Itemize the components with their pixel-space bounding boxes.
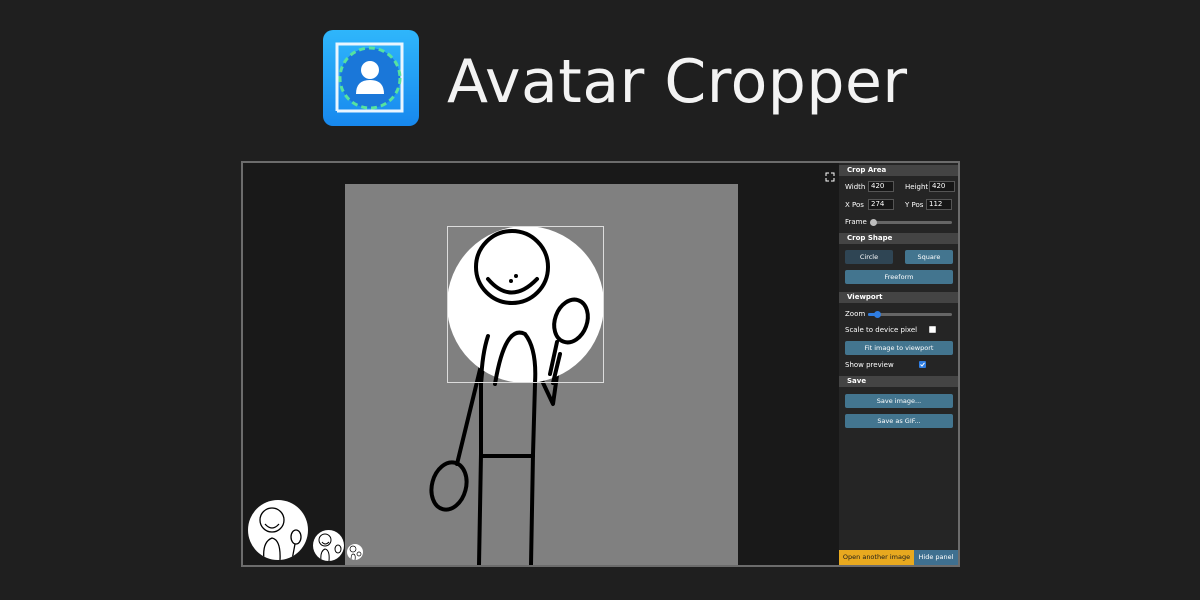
zoom-label: Zoom <box>845 310 866 318</box>
save-heading: Save <box>839 376 958 387</box>
crop-selection-frame[interactable] <box>447 226 604 383</box>
width-label: Width <box>845 183 866 191</box>
save-image-button[interactable]: Save image... <box>845 394 953 408</box>
scale-device-checkbox[interactable] <box>929 326 936 333</box>
frame-label: Frame <box>845 218 867 226</box>
settings-panel: Crop Area Width 420 Height 420 X Pos 274… <box>839 163 958 565</box>
ypos-label: Y Pos <box>905 201 924 209</box>
frame-slider[interactable] <box>870 219 952 226</box>
square-shape-button[interactable]: Square <box>905 250 953 264</box>
app-header: Avatar Cropper <box>0 0 1200 150</box>
crop-avatar-logo-icon <box>323 30 419 126</box>
viewport-heading: Viewport <box>839 292 958 303</box>
ypos-input[interactable]: 112 <box>926 199 952 210</box>
hide-panel-button[interactable]: Hide panel <box>914 550 958 565</box>
height-label: Height <box>905 183 929 191</box>
fit-viewport-button[interactable]: Fit image to viewport <box>845 341 953 355</box>
cropper-window: Crop Area Width 420 Height 420 X Pos 274… <box>241 161 960 567</box>
app-title: Avatar Cropper <box>447 47 908 117</box>
width-input[interactable]: 420 <box>868 181 894 192</box>
preview-large <box>248 500 308 560</box>
zoom-slider[interactable] <box>868 311 952 318</box>
preview-small <box>347 544 363 560</box>
xpos-input[interactable]: 274 <box>868 199 894 210</box>
height-input[interactable]: 420 <box>929 181 955 192</box>
open-another-image-button[interactable]: Open another image <box>839 550 914 565</box>
zoom-slider-thumb[interactable] <box>874 311 882 318</box>
xpos-label: X Pos <box>845 201 864 209</box>
fullscreen-icon[interactable] <box>824 168 836 182</box>
avatar-previews <box>248 500 368 562</box>
circle-shape-button[interactable]: Circle <box>845 250 893 264</box>
frame-slider-thumb[interactable] <box>870 219 877 226</box>
show-preview-label: Show preview <box>845 361 894 369</box>
crop-shape-heading: Crop Shape <box>839 233 958 244</box>
scale-device-label: Scale to device pixel <box>845 326 918 334</box>
crop-area-heading: Crop Area <box>839 165 958 176</box>
show-preview-checkbox[interactable] <box>919 361 926 368</box>
freeform-shape-button[interactable]: Freeform <box>845 270 953 284</box>
save-gif-button[interactable]: Save as GIF... <box>845 414 953 428</box>
image-viewport[interactable] <box>243 163 839 565</box>
image-canvas[interactable] <box>345 184 738 565</box>
preview-medium <box>313 530 344 561</box>
